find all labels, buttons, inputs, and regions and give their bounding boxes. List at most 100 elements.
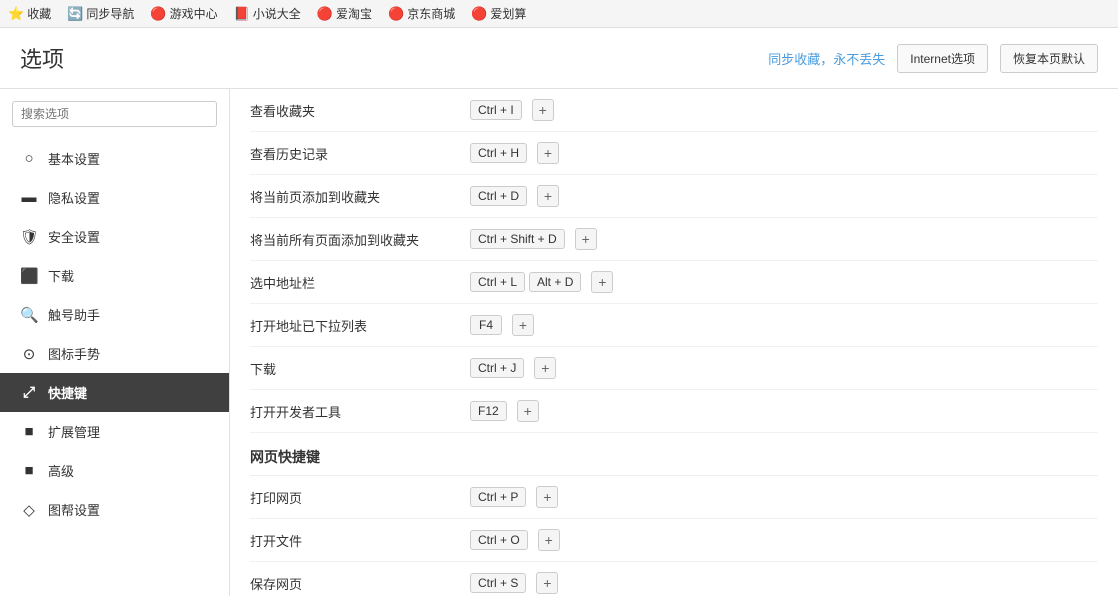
shortcut-keys: Ctrl + D + xyxy=(470,185,1098,207)
shortcut-row-address-bar: 选中地址栏 Ctrl + L Alt + D + xyxy=(250,261,1098,304)
star-icon: ⭐ xyxy=(8,6,24,22)
sidebar-item-label: 下载 xyxy=(48,266,74,285)
key-badge: Ctrl + O xyxy=(470,530,528,550)
shortcut-label: 打开开发者工具 xyxy=(250,402,470,421)
shortcut-label: 下载 xyxy=(250,359,470,378)
shortcut-label: 保存网页 xyxy=(250,574,470,593)
restore-defaults-button[interactable]: 恢复本页默认 xyxy=(1000,44,1098,73)
shortcut-keys: F4 + xyxy=(470,314,1098,336)
topbar-deals[interactable]: 🔴 爱划算 xyxy=(471,5,526,22)
sidebar-item-label: 高级 xyxy=(48,461,74,480)
extensions-icon: ■ xyxy=(20,423,38,440)
shortcuts-icon: ⤢ xyxy=(20,384,38,401)
shortcut-label: 打印网页 xyxy=(250,488,470,507)
advanced-icon: ■ xyxy=(20,462,38,479)
add-shortcut-button[interactable]: + xyxy=(517,400,539,422)
search-input[interactable] xyxy=(21,107,208,121)
sidebar-item-assistant[interactable]: 🔍 触号助手 xyxy=(0,295,229,334)
game-icon: 🔴 xyxy=(150,6,166,22)
page-header: 选项 同步收藏，永不丢失 Internet选项 恢复本页默认 xyxy=(0,28,1118,89)
deals-icon: 🔴 xyxy=(471,6,487,22)
shortcut-label: 查看收藏夹 xyxy=(250,101,470,120)
download-icon: ⬛ xyxy=(20,267,38,285)
topbar-novel[interactable]: 📕 小说大全 xyxy=(234,5,301,22)
key-badge: Ctrl + H xyxy=(470,143,527,163)
sidebar-item-label: 图帮设置 xyxy=(48,500,100,519)
add-shortcut-button[interactable]: + xyxy=(537,185,559,207)
key-badge: Ctrl + D xyxy=(470,186,527,206)
topbar-sync-nav[interactable]: 🔄 同步导航 xyxy=(67,5,134,22)
shortcut-row-add-all-bookmarks: 将当前所有页面添加到收藏夹 Ctrl + Shift + D + xyxy=(250,218,1098,261)
shortcut-row-download: 下载 Ctrl + J + xyxy=(250,347,1098,390)
key-badge: F4 xyxy=(470,315,502,335)
shortcuts-section: 查看收藏夹 Ctrl + I + 查看历史记录 Ctrl + H + 将当前页添… xyxy=(230,89,1118,596)
add-shortcut-button[interactable]: + xyxy=(532,99,554,121)
sidebar-item-label: 安全设置 xyxy=(48,227,100,246)
topbar-taobao[interactable]: 🔴 爱淘宝 xyxy=(317,5,372,22)
key-badge: Ctrl + Shift + D xyxy=(470,229,565,249)
section-title-webpage: 网页快捷键 xyxy=(250,433,1098,476)
add-shortcut-button[interactable]: + xyxy=(534,357,556,379)
shortcut-row-print: 打印网页 Ctrl + P + xyxy=(250,476,1098,519)
shortcut-row-favorites: 查看收藏夹 Ctrl + I + xyxy=(250,89,1098,132)
sync-link[interactable]: 同步收藏，永不丢失 xyxy=(768,49,885,68)
main-content: 查看收藏夹 Ctrl + I + 查看历史记录 Ctrl + H + 将当前页添… xyxy=(230,89,1118,596)
gesture-icon: ⊙ xyxy=(20,345,38,363)
sidebar-item-label: 触号助手 xyxy=(48,305,100,324)
sidebar-item-label: 隐私设置 xyxy=(48,188,100,207)
shortcut-row-add-bookmark: 将当前页添加到收藏夹 Ctrl + D + xyxy=(250,175,1098,218)
shortcut-keys: Ctrl + Shift + D + xyxy=(470,228,1098,250)
search-box[interactable] xyxy=(12,101,217,127)
key-badge: Ctrl + S xyxy=(470,573,526,593)
shortcut-label: 查看历史记录 xyxy=(250,144,470,163)
shortcut-row-address-dropdown: 打开地址已下拉列表 F4 + xyxy=(250,304,1098,347)
key-badge: F12 xyxy=(470,401,507,421)
shortcut-keys: Ctrl + I + xyxy=(470,99,1098,121)
page-title: 选项 xyxy=(20,42,64,74)
sidebar-item-label: 快捷键 xyxy=(48,383,87,402)
topbar-jd[interactable]: 🔴 京东商城 xyxy=(388,5,455,22)
sidebar-item-shortcuts[interactable]: ⤢ 快捷键 xyxy=(0,373,229,412)
sidebar-item-advanced[interactable]: ■ 高级 xyxy=(0,451,229,490)
header-actions: 同步收藏，永不丢失 Internet选项 恢复本页默认 xyxy=(768,44,1098,73)
sidebar-item-privacy[interactable]: ▬ 隐私设置 xyxy=(0,178,229,217)
sidebar-item-image[interactable]: ◇ 图帮设置 xyxy=(0,490,229,529)
basic-icon: ○ xyxy=(20,150,38,167)
topbar: ⭐ 收藏 🔄 同步导航 🔴 游戏中心 📕 小说大全 🔴 爱淘宝 🔴 京东商城 🔴… xyxy=(0,0,1118,28)
add-shortcut-button[interactable]: + xyxy=(538,529,560,551)
add-shortcut-button[interactable]: + xyxy=(536,486,558,508)
shortcut-row-save: 保存网页 Ctrl + S + xyxy=(250,562,1098,596)
internet-options-button[interactable]: Internet选项 xyxy=(897,44,988,73)
shortcut-label: 打开文件 xyxy=(250,531,470,550)
sidebar: ○ 基本设置 ▬ 隐私设置 🛡 安全设置 ⬛ 下载 🔍 触号助手 ⊙ 图标手势 xyxy=(0,89,230,596)
sidebar-item-basic[interactable]: ○ 基本设置 xyxy=(0,139,229,178)
privacy-icon: ▬ xyxy=(20,189,38,206)
shortcut-keys: Ctrl + L Alt + D + xyxy=(470,271,1098,293)
shortcut-label: 将当前所有页面添加到收藏夹 xyxy=(250,230,470,249)
sidebar-item-security[interactable]: 🛡 安全设置 xyxy=(0,217,229,256)
key-badge: Ctrl + P xyxy=(470,487,526,507)
shortcut-keys: Ctrl + P + xyxy=(470,486,1098,508)
add-shortcut-button[interactable]: + xyxy=(537,142,559,164)
shortcut-row-devtools: 打开开发者工具 F12 + xyxy=(250,390,1098,433)
key-badge-alt: Alt + D xyxy=(529,272,581,292)
add-shortcut-button[interactable]: + xyxy=(591,271,613,293)
novel-icon: 📕 xyxy=(234,6,250,22)
sidebar-item-extensions[interactable]: ■ 扩展管理 xyxy=(0,412,229,451)
key-badge: Ctrl + L xyxy=(470,272,525,292)
topbar-game-center[interactable]: 🔴 游戏中心 xyxy=(150,5,217,22)
add-shortcut-button[interactable]: + xyxy=(512,314,534,336)
shortcut-label: 选中地址栏 xyxy=(250,273,470,292)
sidebar-item-label: 扩展管理 xyxy=(48,422,100,441)
topbar-favorites[interactable]: ⭐ 收藏 xyxy=(8,5,51,22)
sidebar-item-download[interactable]: ⬛ 下载 xyxy=(0,256,229,295)
shortcut-label: 打开地址已下拉列表 xyxy=(250,316,470,335)
sidebar-item-label: 图标手势 xyxy=(48,344,100,363)
add-shortcut-button[interactable]: + xyxy=(575,228,597,250)
assistant-icon: 🔍 xyxy=(20,306,38,324)
key-badge: Ctrl + I xyxy=(470,100,522,120)
sidebar-item-gesture[interactable]: ⊙ 图标手势 xyxy=(0,334,229,373)
add-shortcut-button[interactable]: + xyxy=(536,572,558,594)
shortcut-label: 将当前页添加到收藏夹 xyxy=(250,187,470,206)
shortcut-keys: Ctrl + O + xyxy=(470,529,1098,551)
